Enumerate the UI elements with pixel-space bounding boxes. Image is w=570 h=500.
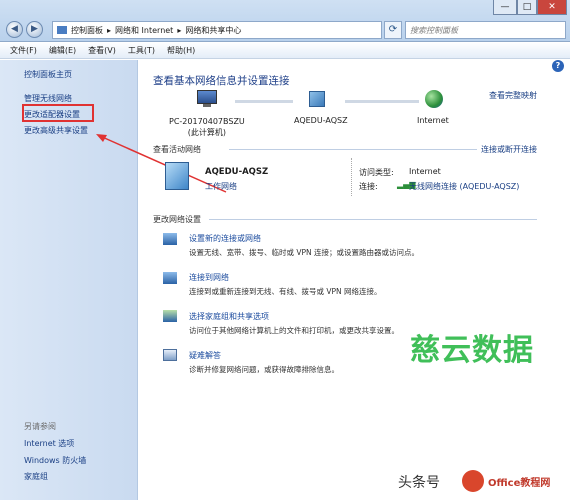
new-connection-icon — [163, 233, 177, 245]
view-full-map-link[interactable]: 查看完整映射 — [489, 90, 537, 101]
internet-globe-icon — [425, 90, 443, 108]
office-logo-icon — [462, 470, 484, 492]
access-type-label: 访问类型: — [359, 168, 394, 177]
divider — [209, 219, 537, 220]
task-troubleshoot[interactable]: 疑难解答 — [189, 350, 221, 361]
map-node-computer: PC-20170407BSZU (此计算机) — [169, 117, 245, 137]
network-building-icon — [165, 162, 189, 190]
footer-account-text: 头条号 — [398, 475, 440, 491]
divider — [229, 149, 477, 150]
wireless-connection-link[interactable]: 无线网络连接 (AQEDU-AQSZ) — [409, 181, 519, 192]
divider — [351, 158, 352, 196]
task-connect-network-desc: 连接到或重新连接到无线、有线、拨号或 VPN 网络连接。 — [189, 287, 382, 296]
task-connect-network[interactable]: 连接到网络 — [189, 272, 229, 283]
access-type-value: Internet — [409, 167, 441, 176]
main-content: ? 查看基本网络信息并设置连接 查看完整映射 PC-20170407BSZU (… — [139, 60, 570, 500]
connect-disconnect-link[interactable]: 连接或断开连接 — [481, 144, 537, 155]
map-connector-line — [235, 100, 293, 103]
change-settings-title: 更改网络设置 — [153, 215, 201, 224]
task-troubleshoot-desc: 诊断并修复网络问题，或获得故障排除信息。 — [189, 365, 339, 374]
map-node-internet: Internet — [417, 116, 449, 125]
computer-icon — [197, 90, 217, 107]
connect-network-icon — [163, 272, 177, 284]
task-homegroup-sharing-desc: 访问位于其他网络计算机上的文件和打印机，或更改共享设置。 — [189, 326, 399, 335]
help-icon[interactable]: ? — [552, 60, 564, 72]
active-networks-title: 查看活动网络 — [153, 145, 201, 154]
footer-site-text: Office教程网 — [488, 478, 551, 489]
network-type-link[interactable]: 工作网络 — [205, 181, 237, 192]
troubleshoot-icon — [163, 349, 177, 361]
map-connector-line — [345, 100, 419, 103]
task-homegroup-sharing[interactable]: 选择家庭组和共享选项 — [189, 311, 269, 322]
watermark-text: 慈云数据 — [410, 333, 534, 368]
task-setup-connection-desc: 设置无线、宽带、拨号、临时或 VPN 连接；或设置路由器或访问点。 — [189, 248, 420, 257]
page-title: 查看基本网络信息并设置连接 — [153, 75, 290, 87]
map-node-network: AQEDU-AQSZ — [294, 116, 348, 125]
network-name: AQEDU-AQSZ — [205, 167, 269, 177]
task-setup-connection[interactable]: 设置新的连接或网络 — [189, 233, 261, 244]
connections-label: 连接: — [359, 182, 378, 191]
homegroup-icon — [163, 310, 177, 322]
network-icon — [309, 91, 325, 107]
